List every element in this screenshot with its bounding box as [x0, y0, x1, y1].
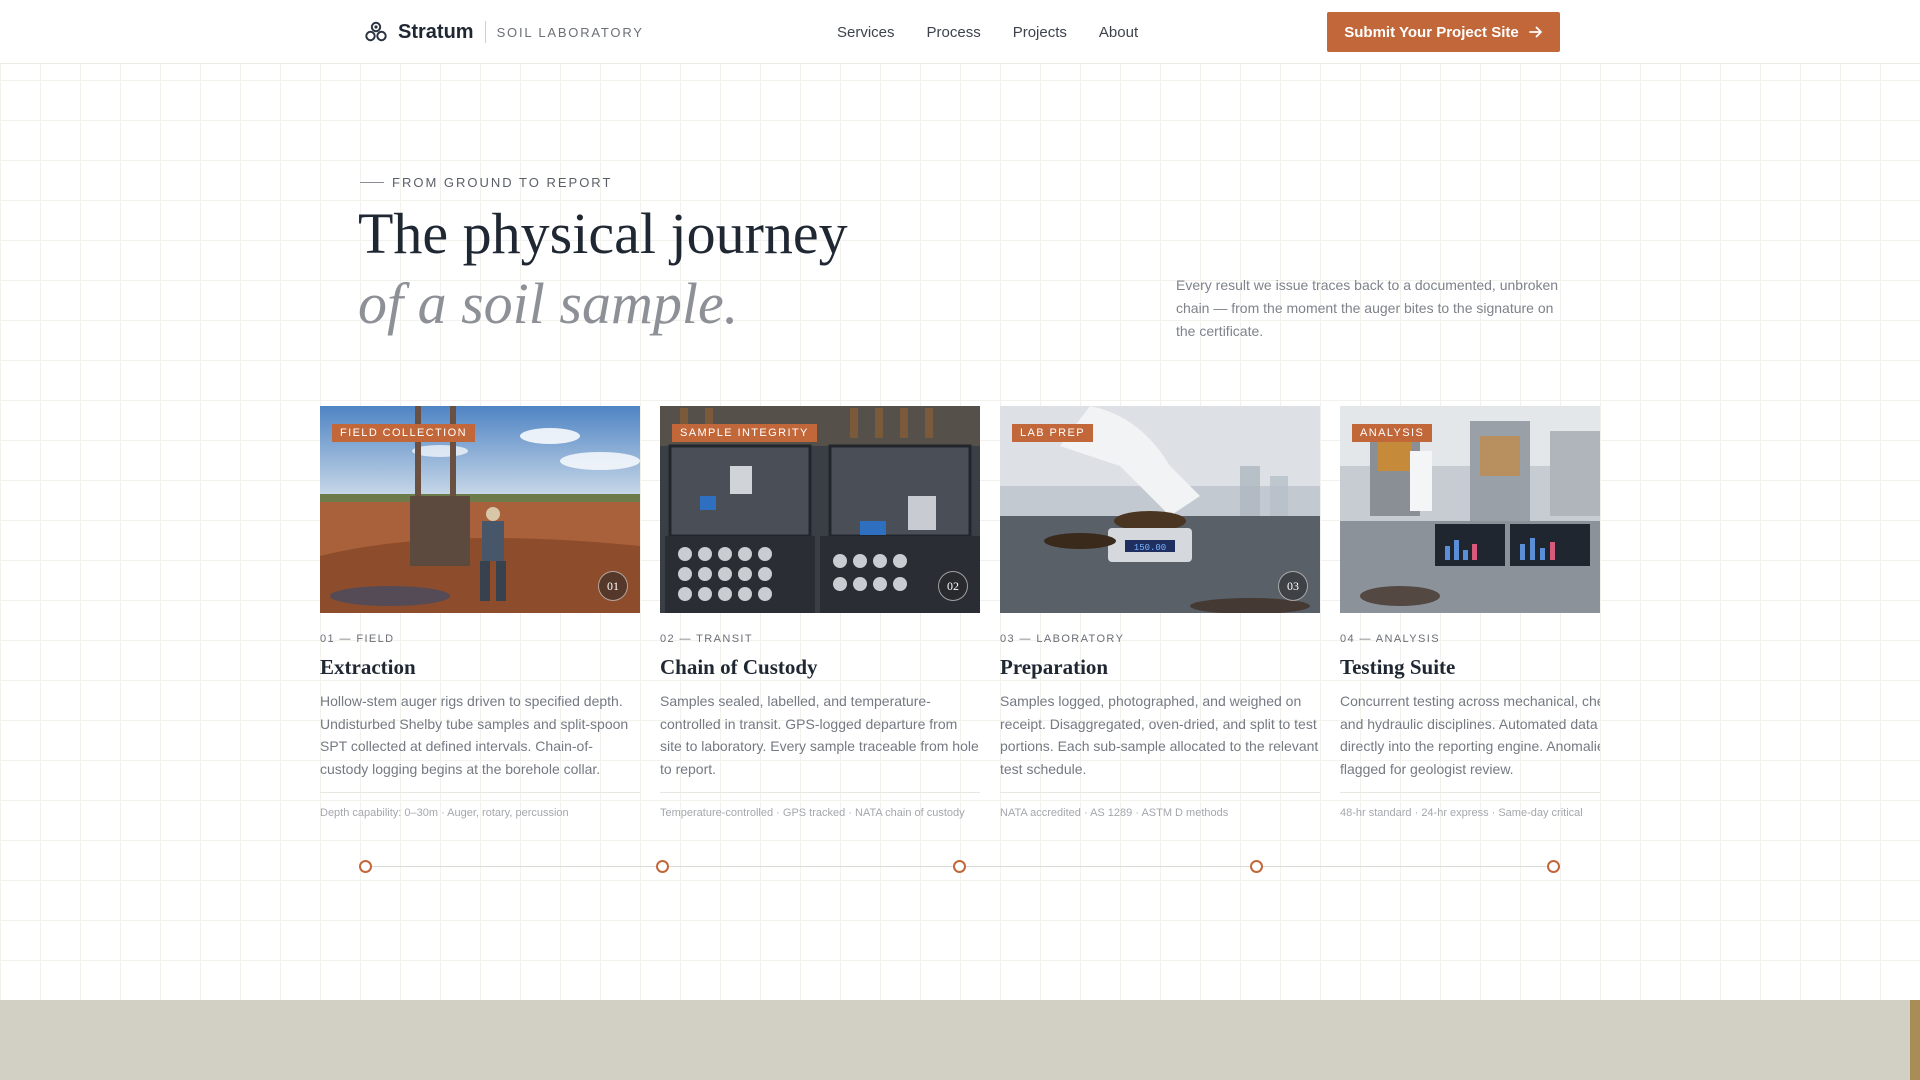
main-nav: Services Process Projects About — [837, 0, 1138, 64]
card-badge: ANALYSIS — [1352, 424, 1433, 442]
card-divider — [660, 792, 980, 793]
card-label: 01 — FIELD — [320, 633, 395, 645]
card-number: 01 — [598, 571, 628, 601]
card-title: Preparation — [1000, 655, 1109, 679]
card-description: Hollow-stem auger rigs driven to specifi… — [320, 693, 629, 777]
timeline-dot-1[interactable] — [359, 860, 372, 873]
card-title: Extraction — [320, 655, 416, 679]
card-description: Samples sealed, labelled, and temperatur… — [660, 693, 979, 777]
timeline-dot-2[interactable] — [656, 860, 669, 873]
card-meta: 48-hr standard · 24-hr express · Same-da… — [1340, 807, 1583, 819]
eyebrow-text: FROM GROUND TO REPORT — [392, 175, 613, 190]
card-label: 03 — LABORATORY — [1000, 633, 1125, 645]
site-header: Stratum SOIL LABORATORY Services Process… — [0, 0, 1920, 64]
scroll-indicator[interactable] — [1910, 1000, 1920, 1080]
card-image-transit: SAMPLE INTEGRITY 02 — [660, 406, 980, 613]
nav-link-about[interactable]: About — [1099, 24, 1138, 41]
card-carousel-clip: ANALYSIS 04 — ANALYSIS Testing Suite Con… — [1340, 406, 1600, 826]
nav-link-projects[interactable]: Projects — [1013, 24, 1067, 41]
scale-readout: 150.00 — [1134, 543, 1166, 553]
page-title-italic: of a soil sample. — [358, 271, 739, 336]
nav-link-services[interactable]: Services — [837, 24, 895, 41]
intro-description: Every result we issue traces back to a d… — [1176, 277, 1559, 339]
card-badge: FIELD COLLECTION — [332, 424, 475, 442]
card-divider — [1000, 792, 1320, 793]
card-meta: NATA accredited · AS 1289 · ASTM D metho… — [1000, 807, 1229, 819]
card-badge: SAMPLE INTEGRITY — [672, 424, 817, 442]
next-section-band — [0, 1000, 1920, 1080]
card-meta: Depth capability: 0–30m · Auger, rotary,… — [320, 807, 569, 819]
brand-subtitle: SOIL LABORATORY — [496, 24, 644, 40]
brand[interactable]: Stratum SOIL LABORATORY — [364, 0, 644, 64]
nav-link-process[interactable]: Process — [927, 24, 981, 41]
card-label: 04 — ANALYSIS — [1340, 633, 1440, 645]
card-image-field: FIELD COLLECTION 01 — [320, 406, 640, 613]
card-meta: Temperature-controlled · GPS tracked · N… — [660, 807, 965, 819]
arrow-right-icon — [1528, 26, 1542, 38]
card-divider — [1340, 792, 1600, 793]
card-label: 02 — TRANSIT — [660, 633, 754, 645]
card-description: Samples logged, photographed, and weighe… — [1000, 693, 1319, 777]
card-title: Chain of Custody — [660, 655, 818, 679]
submit-project-site-button[interactable]: Submit Your Project Site — [1327, 12, 1560, 52]
card-number: 02 — [938, 571, 968, 601]
page-title: The physical journey — [358, 201, 848, 266]
card-divider — [320, 792, 640, 793]
timeline-dot-5[interactable] — [1547, 860, 1560, 873]
card-image-laboratory: 150.00 LAB PREP 03 — [1000, 406, 1320, 613]
eyebrow-rule — [360, 182, 384, 183]
card-number: 03 — [1278, 571, 1308, 601]
card-description: Concurrent testing across mechanical, ch… — [1340, 693, 1600, 777]
card-title: Testing Suite — [1340, 655, 1456, 679]
brand-name: Stratum — [398, 20, 474, 43]
process-card-chain-of-custody: SAMPLE INTEGRITY 02 02 — TRANSIT Chain o… — [660, 406, 980, 819]
process-card-preparation: 150.00 LAB PREP 03 03 — LABORATORY Prepa… — [1000, 406, 1320, 819]
brand-separator — [484, 21, 486, 43]
timeline-dot-3[interactable] — [953, 860, 966, 873]
eyebrow: FROM GROUND TO REPORT — [360, 175, 612, 190]
timeline-dot-4[interactable] — [1250, 860, 1263, 873]
stratum-logo-icon — [365, 21, 387, 42]
process-card-extraction: FIELD COLLECTION 01 01 — FIELD Extractio… — [320, 406, 640, 819]
submit-project-site-label: Submit Your Project Site — [1344, 23, 1519, 41]
card-image-analysis: ANALYSIS — [1340, 406, 1600, 613]
card-badge: LAB PREP — [1012, 424, 1094, 442]
process-card-testing-suite: ANALYSIS 04 — ANALYSIS Testing Suite Con… — [1340, 406, 1600, 819]
